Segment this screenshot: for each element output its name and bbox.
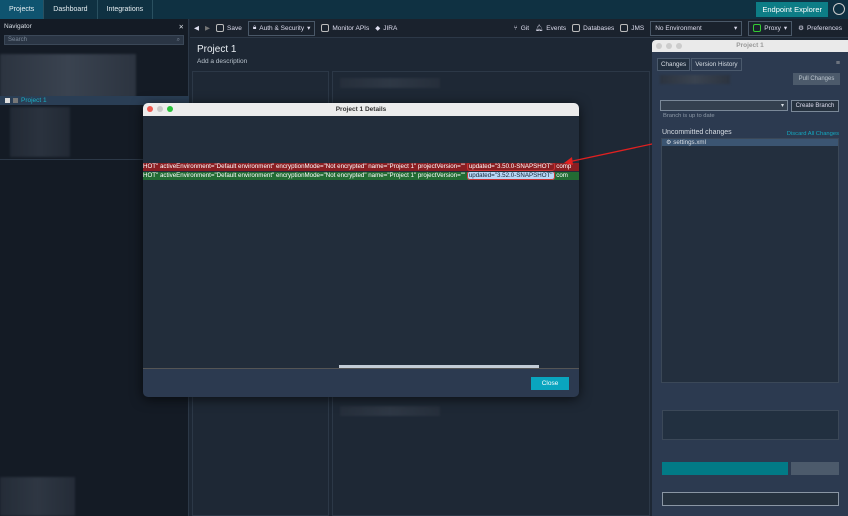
blurred-footer bbox=[0, 477, 75, 516]
save-icon bbox=[216, 24, 224, 32]
diff-added-line: HOT" activeEnvironment="Default environm… bbox=[143, 172, 579, 180]
close-icon[interactable]: ✕ bbox=[179, 23, 184, 31]
secondary-button[interactable] bbox=[791, 462, 839, 475]
back-icon[interactable]: ◀ bbox=[194, 24, 199, 32]
jms-button[interactable]: JMS bbox=[620, 24, 644, 32]
database-icon bbox=[572, 24, 581, 32]
create-branch-button[interactable]: Create Branch bbox=[791, 100, 839, 112]
dialog-titlebar: Project 1 Details bbox=[143, 103, 579, 116]
close-window-icon[interactable] bbox=[147, 106, 153, 112]
git-button[interactable]: ⑂ Git bbox=[514, 25, 529, 32]
horizontal-scrollbar[interactable] bbox=[339, 365, 539, 368]
lock-icon: 🔒︎ bbox=[252, 24, 257, 31]
push-button[interactable] bbox=[662, 492, 839, 506]
close-button[interactable]: Close bbox=[531, 377, 569, 390]
git-branch-icon: ⑂ bbox=[513, 24, 518, 32]
branch-select[interactable]: ▾ bbox=[660, 100, 788, 111]
endpoint-explorer-button[interactable]: Endpoint Explorer bbox=[756, 2, 828, 17]
menu-icon[interactable]: ≡ bbox=[836, 60, 840, 67]
jms-icon bbox=[620, 24, 629, 32]
changes-list: ⚙ settings.xml bbox=[661, 138, 839, 383]
blurred-tree bbox=[0, 54, 136, 98]
commit-message-input[interactable] bbox=[662, 410, 839, 440]
gear-icon: ⚙ bbox=[798, 25, 804, 32]
databases-button[interactable]: Databases bbox=[572, 24, 614, 32]
blurred-branch bbox=[660, 75, 730, 84]
navigator-title: Navigator bbox=[4, 23, 32, 30]
pull-changes-button[interactable]: Pull Changes bbox=[793, 73, 840, 85]
uncommitted-label: Uncommitted changes bbox=[662, 129, 732, 136]
jira-button[interactable]: ◆ JIRA bbox=[375, 24, 397, 33]
bell-icon: 🔔︎ bbox=[535, 25, 544, 32]
tab-dashboard[interactable]: Dashboard bbox=[44, 0, 98, 19]
collapse-icon[interactable] bbox=[5, 98, 10, 103]
discard-all-link[interactable]: Discard All Changes bbox=[787, 131, 839, 137]
diff-view: HOT" activeEnvironment="Default environm… bbox=[143, 116, 579, 369]
environment-select[interactable]: No Environment ▾ bbox=[650, 20, 743, 36]
user-icon[interactable] bbox=[833, 3, 845, 15]
project-details-dialog: Project 1 Details HOT" activeEnvironment… bbox=[143, 103, 579, 397]
close-window-icon[interactable] bbox=[656, 43, 662, 49]
proxy-icon bbox=[753, 24, 762, 32]
project-icon bbox=[13, 98, 18, 103]
blurred-content bbox=[340, 78, 440, 88]
zoom-window-icon[interactable] bbox=[167, 106, 173, 112]
preferences-button[interactable]: ⚙ Preferences bbox=[798, 24, 848, 33]
auth-security-dropdown[interactable]: 🔒︎ Auth & Security ▾ bbox=[247, 20, 316, 36]
minimize-window-icon[interactable] bbox=[157, 106, 163, 112]
jira-icon: ◆ bbox=[375, 25, 381, 32]
git-titlebar: Project 1 bbox=[652, 40, 848, 52]
blurred-tree bbox=[10, 107, 70, 157]
monitor-apis-button[interactable]: Monitor APIs bbox=[321, 24, 369, 32]
monitor-icon bbox=[321, 24, 330, 32]
page-title: Project 1 bbox=[197, 44, 237, 55]
blurred-content bbox=[340, 406, 440, 416]
description-link[interactable]: Add a description bbox=[197, 58, 247, 65]
events-button[interactable]: 🔔︎ Events bbox=[535, 24, 566, 33]
tab-projects[interactable]: Projects bbox=[0, 0, 45, 19]
diff-removed-line: HOT" activeEnvironment="Default environm… bbox=[143, 163, 579, 171]
save-button[interactable]: Save bbox=[216, 24, 242, 32]
zoom-window-icon[interactable] bbox=[676, 43, 682, 49]
search-input[interactable]: Search ⌕ bbox=[4, 35, 184, 45]
commit-button[interactable] bbox=[662, 462, 788, 475]
branch-status: Branch is up to date bbox=[663, 113, 715, 119]
top-bar: Projects Dashboard Integrations Endpoint… bbox=[0, 0, 848, 19]
minimize-window-icon[interactable] bbox=[666, 43, 672, 49]
search-icon: ⌕ bbox=[176, 37, 180, 43]
git-panel: Project 1 Changes Version History ≡ Pull… bbox=[652, 40, 848, 516]
list-item[interactable]: ⚙ settings.xml bbox=[662, 139, 838, 146]
tab-version-history[interactable]: Version History bbox=[691, 58, 742, 71]
proxy-dropdown[interactable]: Proxy ▾ bbox=[748, 20, 793, 36]
tab-integrations[interactable]: Integrations bbox=[98, 0, 154, 19]
forward-icon[interactable]: ▶ bbox=[205, 24, 210, 32]
tab-changes[interactable]: Changes bbox=[657, 58, 691, 71]
toolbar: ◀ ▶ Save 🔒︎ Auth & Security ▾ Monitor APIs… bbox=[190, 19, 848, 38]
